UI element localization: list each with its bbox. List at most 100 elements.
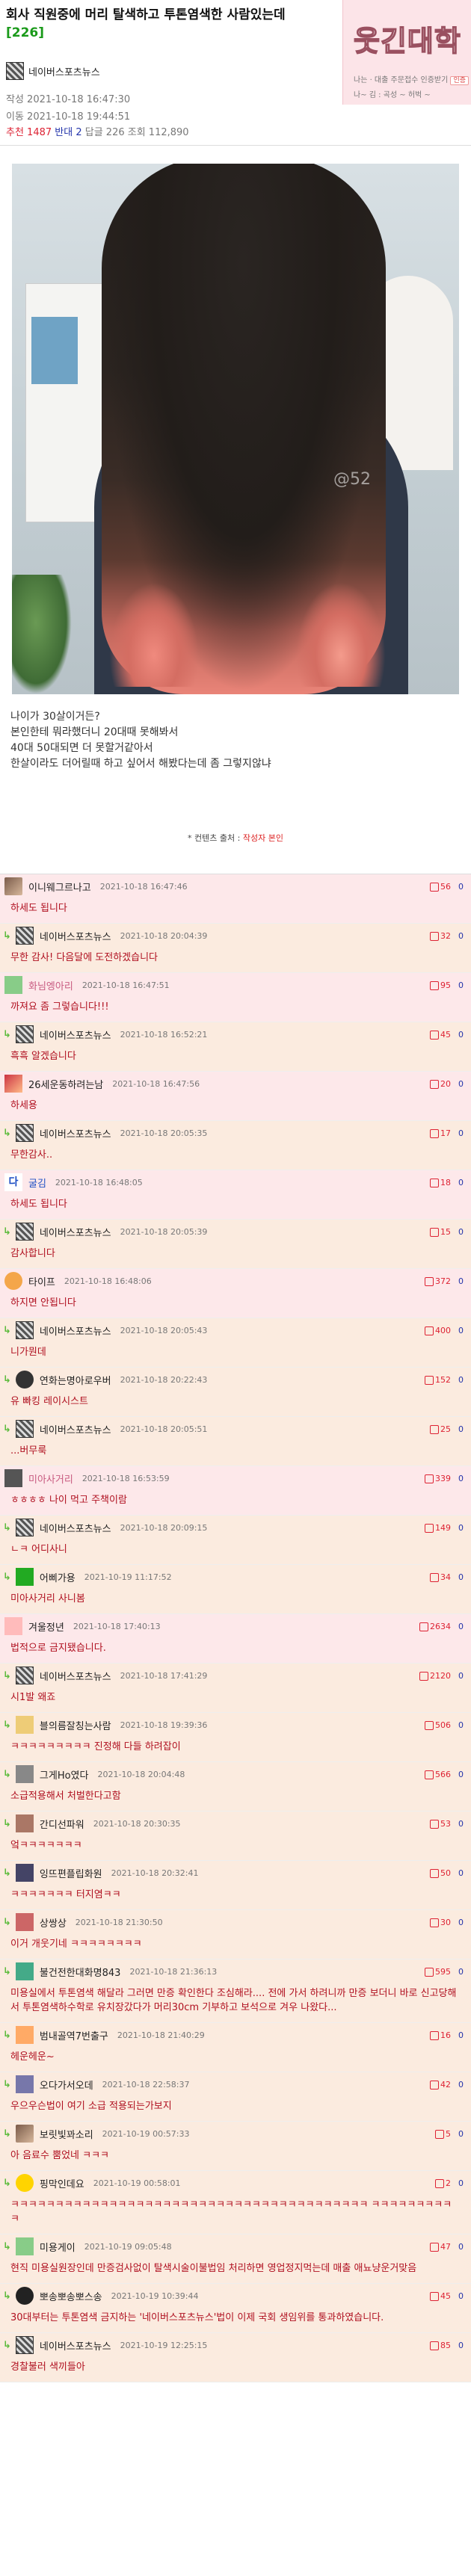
- thumbs-up-icon[interactable]: [430, 1179, 439, 1187]
- commenter-avatar-icon[interactable]: [15, 2026, 34, 2044]
- comment-upvotes[interactable]: 17: [440, 1128, 451, 1138]
- commenter-avatar-icon[interactable]: [4, 1075, 22, 1093]
- comment-upvotes[interactable]: 20: [440, 1079, 451, 1089]
- comment-upvotes[interactable]: 95: [440, 980, 451, 990]
- commenter-avatar-icon[interactable]: [4, 1469, 22, 1487]
- comment-downvotes[interactable]: 0: [458, 1523, 464, 1533]
- comment-downvotes[interactable]: 0: [458, 2242, 464, 2252]
- comment-downvotes[interactable]: 0: [458, 2030, 464, 2040]
- commenter-avatar-icon[interactable]: [15, 2125, 34, 2143]
- thumbs-up-icon[interactable]: [430, 2243, 439, 2252]
- commenter-avatar-icon[interactable]: [15, 1864, 34, 1882]
- comment-upvotes[interactable]: 339: [435, 1474, 451, 1483]
- post-comment-count[interactable]: [226]: [6, 25, 44, 40]
- comment-upvotes[interactable]: 53: [440, 1819, 451, 1829]
- thumbs-up-icon[interactable]: [425, 1721, 434, 1730]
- commenter-name[interactable]: 간디선파워: [40, 1817, 84, 1831]
- commenter-name[interactable]: 불건전한대화명843: [40, 1965, 121, 1979]
- commenter-avatar-icon[interactable]: [15, 2174, 34, 2192]
- thumbs-up-icon[interactable]: [425, 1326, 434, 1335]
- comment-upvotes[interactable]: 372: [435, 1276, 451, 1286]
- commenter-avatar-icon[interactable]: [15, 1568, 34, 1586]
- commenter-avatar-icon[interactable]: [15, 1814, 34, 1832]
- commenter-name[interactable]: 블의름잘칭는사람: [40, 1718, 111, 1732]
- thumbs-up-icon[interactable]: [419, 1622, 428, 1631]
- thumbs-up-icon[interactable]: [430, 883, 439, 892]
- commenter-name[interactable]: 잉뜨편플립화원: [40, 1866, 102, 1880]
- commenter-name[interactable]: 상쌍상: [40, 1915, 67, 1930]
- comment-upvotes[interactable]: 400: [435, 1326, 451, 1335]
- author-name[interactable]: 네이버스포츠뉴스: [28, 64, 100, 78]
- thumbs-up-icon[interactable]: [425, 1968, 434, 1977]
- comment-downvotes[interactable]: 0: [458, 931, 464, 941]
- thumbs-up-icon[interactable]: [430, 1129, 439, 1138]
- commenter-name[interactable]: 어삐가용: [40, 1570, 76, 1584]
- commenter-name[interactable]: 네이버스포츠뉴스: [40, 929, 111, 943]
- comment-downvotes[interactable]: 0: [458, 1474, 464, 1483]
- comment-downvotes[interactable]: 0: [458, 1276, 464, 1286]
- thumbs-up-icon[interactable]: [425, 1770, 434, 1779]
- comment-upvotes[interactable]: 47: [440, 2242, 451, 2252]
- thumbs-up-icon[interactable]: [430, 1869, 439, 1878]
- commenter-name[interactable]: 연화는명아로우버: [40, 1373, 111, 1387]
- comment-upvotes[interactable]: 34: [440, 1572, 451, 1582]
- commenter-name[interactable]: 핑막인데요: [40, 2176, 84, 2190]
- commenter-avatar-icon[interactable]: [15, 1124, 34, 1142]
- comment-downvotes[interactable]: 0: [458, 1819, 464, 1829]
- commenter-avatar-icon[interactable]: [15, 1025, 34, 1043]
- comment-downvotes[interactable]: 0: [458, 1770, 464, 1779]
- comment-downvotes[interactable]: 0: [458, 1178, 464, 1187]
- thumbs-up-icon[interactable]: [430, 981, 439, 990]
- commenter-name[interactable]: 네이버스포츠뉴스: [40, 1028, 111, 1042]
- thumbs-up-icon[interactable]: [430, 1820, 439, 1829]
- comment-downvotes[interactable]: 0: [458, 2129, 464, 2139]
- comment-downvotes[interactable]: 0: [458, 1720, 464, 1730]
- thumbs-up-icon[interactable]: [430, 1228, 439, 1237]
- thumbs-up-icon[interactable]: [430, 1425, 439, 1434]
- comment-upvotes[interactable]: 85: [440, 2341, 451, 2350]
- commenter-name[interactable]: 겨울정년: [28, 1619, 64, 1634]
- comment-upvotes[interactable]: 45: [440, 1030, 451, 1040]
- commenter-name[interactable]: 타이프: [28, 1274, 55, 1288]
- thumbs-up-icon[interactable]: [430, 2081, 439, 2089]
- comment-upvotes[interactable]: 56: [440, 882, 451, 892]
- commenter-avatar-icon[interactable]: [4, 976, 22, 994]
- comment-downvotes[interactable]: 0: [458, 1128, 464, 1138]
- comment-upvotes[interactable]: 2: [446, 2178, 451, 2188]
- commenter-name[interactable]: 보릿빛꽈소리: [40, 2127, 93, 2141]
- comment-downvotes[interactable]: 0: [458, 1918, 464, 1927]
- thumbs-up-icon[interactable]: [430, 2341, 439, 2350]
- commenter-name[interactable]: 뽀송뽀송뽀스송: [40, 2289, 102, 2303]
- comment-downvotes[interactable]: 0: [458, 2341, 464, 2350]
- comment-upvotes[interactable]: 42: [440, 2080, 451, 2089]
- commenter-name[interactable]: 네이버스포츠뉴스: [40, 2338, 111, 2353]
- commenter-name[interactable]: 범내골역7번출구: [40, 2028, 108, 2042]
- thumbs-up-icon[interactable]: [435, 2179, 444, 2188]
- comment-downvotes[interactable]: 0: [458, 1967, 464, 1977]
- comment-upvotes[interactable]: 16: [440, 2030, 451, 2040]
- comment-upvotes[interactable]: 45: [440, 2291, 451, 2301]
- comment-upvotes[interactable]: 595: [435, 1967, 451, 1977]
- commenter-name[interactable]: 미아사거리: [28, 1471, 73, 1486]
- commenter-avatar-icon[interactable]: [15, 2075, 34, 2093]
- thumbs-up-icon[interactable]: [435, 2130, 444, 2139]
- thumbs-up-icon[interactable]: [425, 1277, 434, 1286]
- comment-downvotes[interactable]: 0: [458, 2080, 464, 2089]
- comment-upvotes[interactable]: 149: [435, 1523, 451, 1533]
- comment-downvotes[interactable]: 0: [458, 1671, 464, 1681]
- commenter-avatar-icon[interactable]: [15, 2237, 34, 2255]
- commenter-avatar-icon[interactable]: [15, 1913, 34, 1931]
- commenter-name[interactable]: 네이버스포츠뉴스: [40, 1225, 111, 1239]
- comment-downvotes[interactable]: 0: [458, 1227, 464, 1237]
- commenter-avatar-icon[interactable]: [15, 2287, 34, 2305]
- comment-upvotes[interactable]: 152: [435, 1375, 451, 1385]
- commenter-avatar-icon[interactable]: [15, 1667, 34, 1684]
- commenter-name[interactable]: 네이버스포츠뉴스: [40, 1521, 111, 1535]
- commenter-name[interactable]: 네이버스포츠뉴스: [40, 1323, 111, 1338]
- commenter-name[interactable]: 그게Ho였다: [40, 1767, 89, 1782]
- comment-upvotes[interactable]: 2634: [430, 1622, 451, 1631]
- commenter-name[interactable]: 26세운동하려는남: [28, 1077, 103, 1091]
- commenter-avatar-icon[interactable]: [15, 1321, 34, 1339]
- comment-downvotes[interactable]: 0: [458, 882, 464, 892]
- thumbs-up-icon[interactable]: [430, 1031, 439, 1040]
